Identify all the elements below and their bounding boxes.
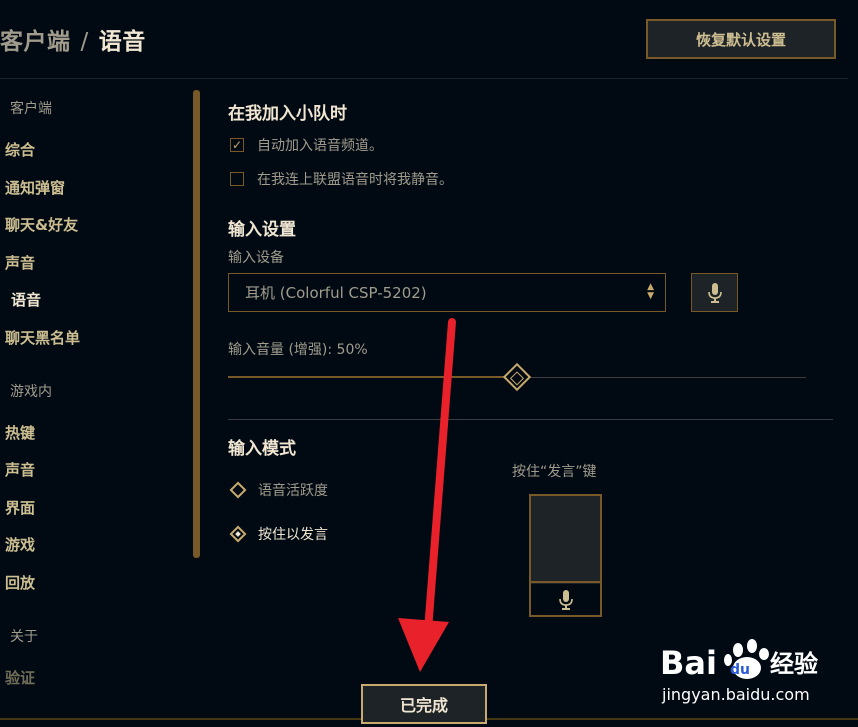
mute-on-join-checkbox[interactable] (230, 172, 244, 186)
volume-slider-filled[interactable] (228, 376, 510, 378)
watermark-brand-latin2: du (730, 662, 750, 678)
voice-activity-option[interactable]: 语音活跃度 (229, 480, 328, 500)
breadcrumb-separator: / (80, 29, 89, 55)
sidebar-item-replays[interactable]: 回放 (5, 572, 35, 593)
sidebar-scrollbar[interactable] (193, 90, 200, 558)
sidebar-item-ingame-sound[interactable]: 声音 (5, 459, 35, 480)
push-to-talk-label: 按住以发言 (258, 527, 328, 543)
sidebar-item-hotkeys[interactable]: 热键 (5, 422, 35, 443)
breadcrumb-current: 语音 (98, 29, 146, 55)
mute-on-join-label: 在我连上联盟语音时将我静音。 (257, 172, 453, 188)
ptt-key-label: 按住“发言”键 (512, 464, 597, 480)
sidebar-group-client: 客户端 (10, 101, 52, 117)
baidu-watermark: Bai du 经验 jingyan.baidu.com (660, 639, 818, 704)
page-title: 客户端 / 语音 (0, 22, 146, 56)
input-device-label: 输入设备 (228, 250, 284, 266)
updown-chevron-icon: ▲ ▼ (647, 282, 654, 301)
microphone-icon (558, 589, 573, 610)
push-to-talk-option[interactable]: 按住以发言 (229, 524, 328, 544)
auto-join-voice-row[interactable]: ✓ 自动加入语音频道。 (230, 135, 383, 155)
sidebar-item-voice[interactable]: 语音 (11, 289, 41, 310)
sidebar-group-ingame: 游戏内 (10, 384, 52, 400)
sidebar-item-game[interactable]: 游戏 (5, 534, 35, 555)
sidebar-item-chat-friends[interactable]: 聊天&好友 (5, 214, 78, 235)
ptt-divider (531, 581, 600, 583)
input-device-select[interactable]: 耳机 (Colorful CSP-5202) ▲ ▼ (228, 273, 666, 312)
watermark-brand-latin: Bai (660, 644, 717, 682)
auto-join-voice-checkbox[interactable]: ✓ (230, 138, 244, 152)
reset-defaults-button[interactable]: 恢复默认设置 (646, 19, 836, 59)
volume-slider-track[interactable] (526, 377, 806, 378)
microphone-icon (707, 282, 722, 303)
sidebar-group-about: 关于 (10, 629, 38, 645)
sidebar-item-notifications[interactable]: 通知弹窗 (5, 177, 65, 198)
mute-on-join-row[interactable]: 在我连上联盟语音时将我静音。 (230, 169, 453, 189)
sidebar-item-interface[interactable]: 界面 (5, 497, 35, 518)
input-settings-title: 输入设置 (228, 220, 296, 240)
header-divider (0, 78, 848, 79)
input-mode-title: 输入模式 (228, 439, 296, 459)
checkmark-icon: ✓ (231, 138, 243, 152)
sidebar-item-verification[interactable]: 验证 (5, 667, 35, 688)
push-to-talk-radio[interactable] (229, 525, 247, 543)
ptt-key-binding[interactable] (529, 494, 602, 617)
watermark-url: jingyan.baidu.com (661, 685, 810, 704)
ptt-mic-area[interactable] (531, 584, 600, 615)
done-button[interactable]: 已完成 (361, 684, 487, 724)
breadcrumb-parent[interactable]: 客户端 (0, 29, 71, 55)
annotation-arrow-icon (398, 318, 456, 672)
party-section-title: 在我加入小队时 (228, 104, 347, 124)
sidebar-item-chat-blocklist[interactable]: 聊天黑名单 (5, 327, 80, 348)
watermark-brand-cn: 经验 (770, 650, 818, 678)
input-volume-label: 输入音量 (增强): 50% (228, 342, 368, 358)
section-divider (228, 419, 833, 420)
sidebar-item-sound[interactable]: 声音 (5, 252, 35, 273)
voice-activity-label: 语音活跃度 (258, 483, 328, 499)
volume-slider-thumb[interactable] (502, 362, 532, 392)
sidebar-item-general[interactable]: 综合 (5, 139, 35, 160)
voice-activity-radio[interactable] (229, 481, 247, 499)
mic-test-button[interactable] (691, 273, 738, 312)
auto-join-voice-label: 自动加入语音频道。 (257, 138, 383, 154)
input-device-value: 耳机 (Colorful CSP-5202) (245, 284, 427, 302)
